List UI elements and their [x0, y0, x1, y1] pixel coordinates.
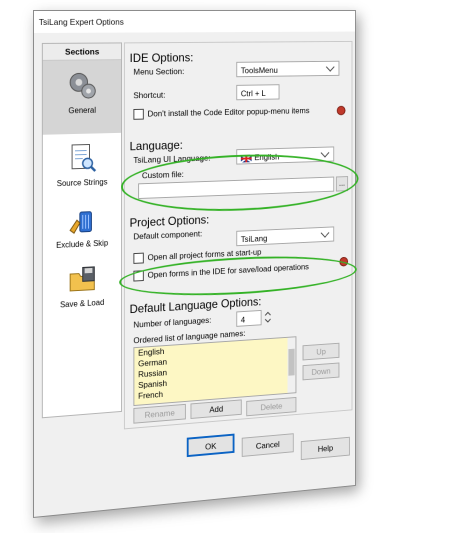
sidebar-item-source-strings[interactable]: Source Strings	[43, 142, 121, 204]
default-component-value: TsiLang	[240, 233, 268, 245]
down-button[interactable]: Down	[302, 362, 340, 381]
window-title: TsiLang Expert Options	[33, 10, 356, 33]
menu-section-value: ToolsMenu	[240, 65, 278, 76]
add-button[interactable]: Add	[190, 399, 242, 419]
dont-install-option[interactable]: Don't install the Code Editor popup-menu…	[133, 105, 310, 121]
sidebar-item-label: Save & Load	[60, 297, 105, 310]
dont-install-checkbox[interactable]	[133, 109, 144, 121]
chevron-down-icon	[320, 148, 330, 158]
default-component-select[interactable]: TsiLang	[236, 226, 335, 247]
language-list[interactable]: English German Russian Spanish French	[133, 336, 297, 407]
scrollbar-thumb[interactable]	[288, 348, 295, 376]
warning-icon	[336, 105, 346, 116]
num-languages-field[interactable]: 4	[236, 309, 262, 327]
menu-section-label: Menu Section:	[133, 66, 185, 77]
ok-button[interactable]: OK	[186, 433, 235, 458]
spinner-arrows-icon	[263, 309, 272, 325]
sidebar-item-save-load[interactable]: Save & Load	[43, 262, 121, 326]
default-component-label: Default component:	[133, 228, 203, 242]
shortcut-label: Shortcut:	[133, 89, 166, 101]
shortcut-field[interactable]: Ctrl + L	[236, 84, 280, 101]
gears-icon	[69, 73, 99, 102]
chevron-down-icon	[320, 228, 330, 238]
sidebar-item-exclude-skip[interactable]: Exclude & Skip	[43, 203, 121, 266]
list-scrollbar[interactable]	[287, 337, 296, 393]
sidebar-item-label: Source Strings	[56, 177, 108, 189]
sidebar-item-label: Exclude & Skip	[56, 238, 109, 250]
language-title: Language:	[129, 138, 183, 154]
ide-options-title: IDE Options:	[129, 50, 194, 65]
chevron-down-icon	[325, 62, 335, 72]
folder-disk-icon	[67, 263, 98, 296]
up-button[interactable]: Up	[302, 342, 340, 361]
open-all-checkbox[interactable]	[133, 252, 144, 265]
sidebar-item-label: General	[68, 105, 96, 116]
options-dialog: TsiLang Expert Options Sections General	[33, 10, 359, 518]
trash-brush-icon	[68, 204, 97, 237]
num-languages-label: Number of languages:	[133, 314, 212, 330]
sidebar-item-general[interactable]: General	[42, 60, 122, 135]
dialog-frame: TsiLang Expert Options Sections General	[33, 10, 359, 518]
sections-panel: Sections General Source Strings Exclude …	[41, 42, 123, 419]
dont-install-label: Don't install the Code Editor popup-menu…	[147, 105, 310, 119]
menu-section-select[interactable]: ToolsMenu	[236, 60, 340, 78]
cancel-button[interactable]: Cancel	[241, 433, 294, 457]
options-panel: IDE Options: Menu Section: ToolsMenu Sho…	[119, 40, 359, 430]
delete-button[interactable]: Delete	[246, 396, 297, 417]
project-options-title: Project Options:	[129, 212, 210, 230]
document-magnifier-icon	[68, 142, 97, 175]
sections-header: Sections	[42, 43, 122, 61]
num-languages-spinner[interactable]	[263, 309, 272, 325]
rename-button[interactable]: Rename	[133, 403, 186, 424]
help-button[interactable]: Help	[300, 436, 350, 461]
